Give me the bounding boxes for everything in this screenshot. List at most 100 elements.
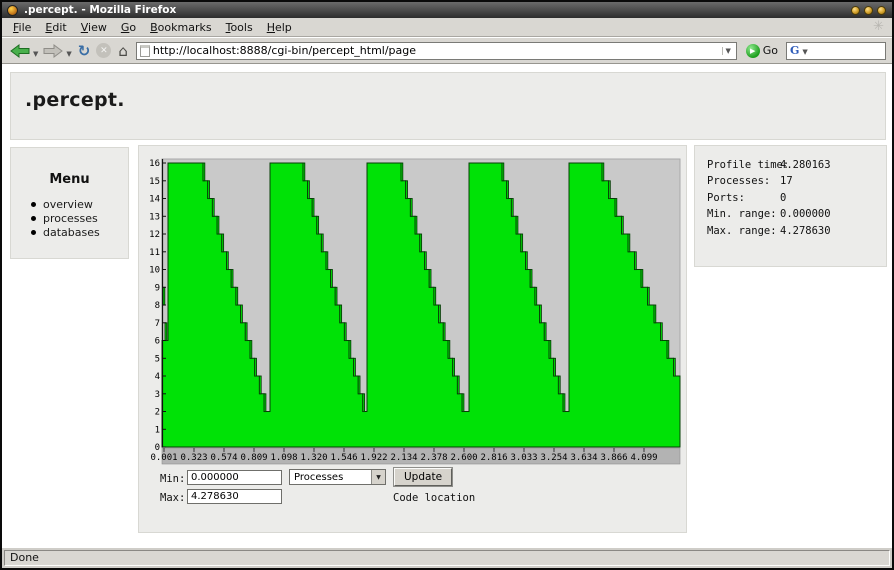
svg-text:0.574: 0.574 (210, 453, 237, 463)
graph-type-selected-value: Processes (290, 472, 371, 483)
browser-window: .percept. - Mozilla Firefox FileEditView… (0, 0, 894, 570)
svg-text:14: 14 (150, 195, 160, 205)
url-input[interactable] (153, 44, 722, 57)
menu-edit[interactable]: Edit (38, 19, 73, 36)
header-panel: .percept. (10, 72, 886, 140)
svg-text:16: 16 (150, 159, 160, 169)
svg-text:3.866: 3.866 (600, 453, 627, 463)
svg-text:7: 7 (155, 319, 160, 329)
svg-text:3.254: 3.254 (540, 453, 567, 463)
svg-text:1.922: 1.922 (360, 453, 387, 463)
info-value: 4.278630 (780, 225, 831, 237)
svg-text:2.378: 2.378 (420, 453, 447, 463)
menu-view[interactable]: View (74, 19, 114, 36)
firefox-app-icon (7, 5, 18, 16)
info-value: 0.000000 (780, 208, 831, 220)
svg-text:4.099: 4.099 (630, 453, 657, 463)
stop-button[interactable]: ✕ (96, 43, 111, 58)
profile-info-panel: Profile time:4.280163Processes:17Ports:0… (694, 145, 887, 267)
info-rows: Profile time:4.280163Processes:17Ports:0… (695, 146, 886, 241)
window-buttons (851, 6, 886, 15)
page-icon (140, 45, 150, 57)
menu-file[interactable]: File (6, 19, 38, 36)
code-location-link[interactable]: Code location (393, 492, 475, 504)
search-input[interactable] (813, 44, 882, 57)
navigation-toolbar: ▼ ▼ ↻ ✕ ⌂ ▼ ▶ Go G ▼ (2, 38, 892, 64)
svg-text:2.134: 2.134 (390, 453, 417, 463)
back-button[interactable] (8, 40, 32, 62)
search-engine-dropdown-icon[interactable]: ▼ (802, 48, 807, 56)
maximize-button[interactable] (864, 6, 873, 15)
process-activity-chart[interactable]: 0123456789101112131415160.0010.3230.5740… (150, 153, 684, 466)
reload-button[interactable]: ↻ (75, 40, 94, 62)
svg-text:0.323: 0.323 (180, 453, 207, 463)
menu-go[interactable]: Go (114, 19, 143, 36)
close-button[interactable] (877, 6, 886, 15)
go-button[interactable]: ▶ Go (742, 40, 786, 62)
window-frame: .percept. - Mozilla Firefox FileEditView… (0, 0, 894, 570)
svg-text:0.809: 0.809 (240, 453, 267, 463)
max-label: Max: (160, 492, 185, 504)
sidebar-item-label: processes (43, 212, 98, 225)
url-dropdown-icon[interactable]: ▼ (722, 47, 734, 55)
menu-bookmarks[interactable]: Bookmarks (143, 19, 218, 36)
sidebar-item-databases[interactable]: databases (31, 225, 128, 239)
info-label: Processes: (707, 175, 780, 187)
sidebar-item-processes[interactable]: processes (31, 211, 128, 225)
svg-text:2.600: 2.600 (450, 453, 477, 463)
back-dropdown-icon[interactable]: ▼ (33, 50, 38, 58)
reload-icon: ↻ (78, 41, 91, 61)
sidebar-item-label: overview (43, 198, 93, 211)
graph-type-select[interactable]: Processes ▼ (289, 469, 386, 485)
menu-tools[interactable]: Tools (219, 19, 260, 36)
back-arrow-icon (10, 44, 30, 58)
stop-icon: ✕ (100, 46, 108, 56)
svg-text:6: 6 (155, 337, 160, 347)
svg-text:11: 11 (150, 248, 160, 258)
status-text: Done (4, 550, 890, 566)
google-search-icon: G (790, 44, 799, 57)
url-bar[interactable]: ▼ (136, 42, 737, 60)
forward-dropdown-icon[interactable]: ▼ (66, 50, 71, 58)
menubar-items: FileEditViewGoBookmarksToolsHelp (6, 19, 299, 36)
window-title: .percept. - Mozilla Firefox (18, 2, 176, 18)
info-row: Min. range:0.000000 (707, 208, 886, 224)
svg-text:4: 4 (155, 372, 160, 382)
svg-text:0: 0 (155, 443, 160, 453)
side-menu-panel: Menu overviewprocessesdatabases (10, 147, 129, 259)
info-row: Processes:17 (707, 175, 886, 191)
update-button[interactable]: Update (394, 468, 452, 486)
svg-text:2.816: 2.816 (480, 453, 507, 463)
info-row: Max. range:4.278630 (707, 225, 886, 241)
chart-panel: 0123456789101112131415160.0010.3230.5740… (138, 145, 687, 533)
svg-text:2: 2 (155, 408, 160, 418)
max-range-input[interactable] (187, 489, 282, 504)
home-icon: ⌂ (118, 42, 128, 60)
forward-arrow-icon (43, 44, 63, 58)
forward-button[interactable] (41, 40, 65, 62)
svg-text:0.001: 0.001 (150, 453, 177, 463)
minimize-button[interactable] (851, 6, 860, 15)
status-bar: Done (2, 548, 892, 568)
select-dropdown-icon[interactable]: ▼ (371, 470, 385, 484)
info-row: Ports:0 (707, 192, 886, 208)
bullet-icon (31, 230, 36, 235)
info-value: 4.280163 (780, 159, 831, 171)
title-bar: .percept. - Mozilla Firefox (2, 2, 892, 18)
min-range-input[interactable] (187, 470, 282, 485)
info-label: Ports: (707, 192, 780, 204)
svg-text:12: 12 (150, 230, 160, 240)
info-label: Max. range: (707, 225, 780, 237)
sidebar-item-overview[interactable]: overview (31, 197, 128, 211)
menu-help[interactable]: Help (260, 19, 299, 36)
svg-text:9: 9 (155, 283, 160, 293)
search-box[interactable]: G ▼ (786, 42, 886, 60)
page-title: .percept. (25, 89, 885, 111)
home-button[interactable]: ⌂ (114, 40, 132, 62)
svg-text:1.320: 1.320 (300, 453, 327, 463)
menu-bar: FileEditViewGoBookmarksToolsHelp ✳ (2, 18, 892, 37)
svg-text:5: 5 (155, 354, 160, 364)
svg-text:8: 8 (155, 301, 160, 311)
bullet-icon (31, 202, 36, 207)
info-row: Profile time:4.280163 (707, 159, 886, 175)
